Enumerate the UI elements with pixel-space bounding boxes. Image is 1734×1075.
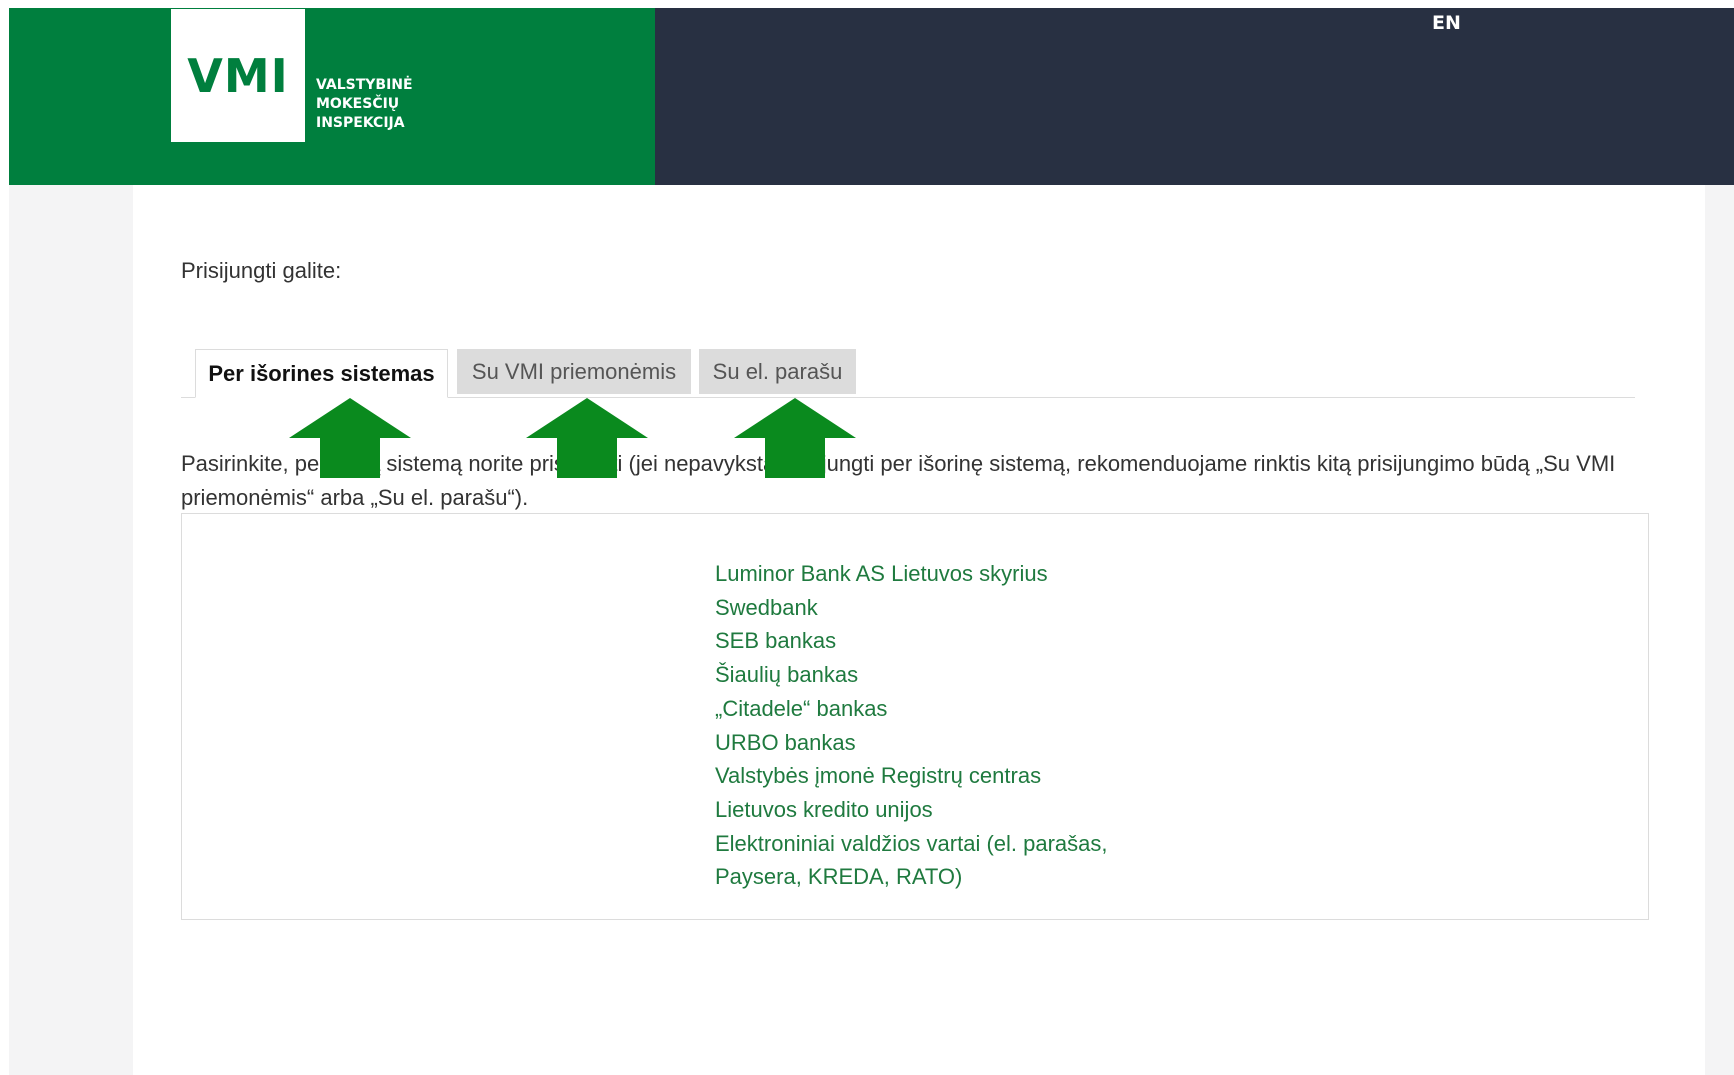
list-item: Paysera, KREDA, RATO) <box>715 860 1108 894</box>
list-item: Swedbank <box>715 591 1108 625</box>
provider-link[interactable]: URBO bankas <box>715 730 856 755</box>
tab-external-systems[interactable]: Per išorines sistemas <box>195 349 448 398</box>
provider-panel: Luminor Bank AS Lietuvos skyrius Swedban… <box>181 513 1649 920</box>
login-method-tabs: Per išorines sistemas Su VMI priemonėmis… <box>181 349 1635 398</box>
provider-link[interactable]: Swedbank <box>715 595 818 620</box>
list-item: Elektroniniai valdžios vartai (el. paraš… <box>715 827 1108 861</box>
list-item: Valstybės įmonė Registrų centras <box>715 759 1108 793</box>
provider-link[interactable]: Paysera, KREDA, RATO) <box>715 864 962 889</box>
up-arrow-icon <box>526 398 648 478</box>
list-item: Luminor Bank AS Lietuvos skyrius <box>715 557 1108 591</box>
up-arrow-icon <box>289 398 411 478</box>
list-item: URBO bankas <box>715 726 1108 760</box>
provider-link[interactable]: Luminor Bank AS Lietuvos skyrius <box>715 561 1048 586</box>
main-content: Prisijungti galite: Per išorines sistema… <box>133 185 1705 1075</box>
vmi-logo[interactable]: VMI <box>171 9 305 142</box>
tab-vmi-tools[interactable]: Su VMI priemonėmis <box>457 349 691 394</box>
page-frame: VMI VALSTYBINĖ MOKESČIŲ INSPEKCIJA EN Pr… <box>9 8 1734 1075</box>
provider-link[interactable]: Valstybės įmonė Registrų centras <box>715 763 1041 788</box>
logo-text: VMI <box>187 48 289 103</box>
provider-link[interactable]: Lietuvos kredito unijos <box>715 797 933 822</box>
list-item: Šiaulių bankas <box>715 658 1108 692</box>
logo-caption-line: INSPEKCIJA <box>316 115 405 131</box>
tab-e-signature[interactable]: Su el. parašu <box>699 349 856 394</box>
header-brand-area: VMI VALSTYBINĖ MOKESČIŲ INSPEKCIJA <box>9 8 655 185</box>
language-switch-en[interactable]: EN <box>1432 12 1461 34</box>
list-item: „Citadele“ bankas <box>715 692 1108 726</box>
list-item: SEB bankas <box>715 624 1108 658</box>
list-item: Lietuvos kredito unijos <box>715 793 1108 827</box>
up-arrow-icon <box>734 398 856 478</box>
provider-link[interactable]: SEB bankas <box>715 628 836 653</box>
logo-caption: VALSTYBINĖ MOKESČIŲ INSPEKCIJA <box>316 76 413 133</box>
provider-link[interactable]: Šiaulių bankas <box>715 662 858 687</box>
provider-link[interactable]: „Citadele“ bankas <box>715 696 887 721</box>
logo-caption-line: VALSTYBINĖ <box>316 77 413 93</box>
site-header: VMI VALSTYBINĖ MOKESČIŲ INSPEKCIJA EN <box>9 8 1734 185</box>
provider-link[interactable]: Elektroniniai valdžios vartai (el. paraš… <box>715 831 1108 856</box>
logo-caption-line: MOKESČIŲ <box>316 96 400 112</box>
provider-list: Luminor Bank AS Lietuvos skyrius Swedban… <box>715 557 1108 894</box>
login-intro: Prisijungti galite: <box>181 258 342 283</box>
